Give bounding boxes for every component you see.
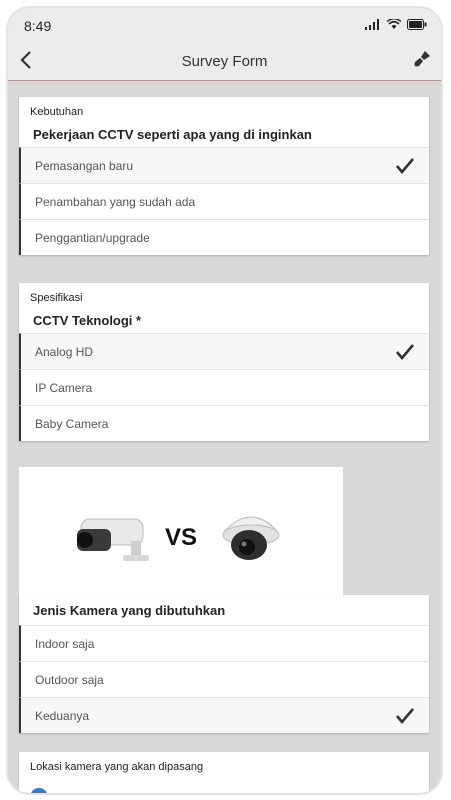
brush-icon[interactable] <box>413 50 431 68</box>
option-label: Pemasangan baru <box>35 158 134 173</box>
phone-frame: 8:49 Survey Form Kebutuhan Pekerjaan CCT… <box>6 6 443 795</box>
section-kebutuhan: Kebutuhan Pekerjaan CCTV seperti apa yan… <box>19 97 429 255</box>
question-title: Jenis Kamera yang dibutuhkan <box>33 603 226 618</box>
question-title: Pekerjaan CCTV seperti apa yang di ingin… <box>33 127 312 142</box>
checkmark-icon <box>396 344 414 361</box>
option-outdoor[interactable]: Outdoor saja <box>19 661 429 697</box>
option-pemasangan-baru[interactable]: Pemasangan baru <box>19 147 429 183</box>
option-label: Keduanya <box>35 708 90 723</box>
checkmark-icon <box>396 708 414 725</box>
form-content: Kebutuhan Pekerjaan CCTV seperti apa yan… <box>8 81 441 793</box>
option-indoor[interactable]: Indoor saja <box>19 625 429 661</box>
section-label: Lokasi kamera yang akan dipasang <box>30 761 204 773</box>
location-marker-icon[interactable] <box>30 788 48 793</box>
wifi-icon <box>387 19 401 29</box>
option-penambahan[interactable]: Penambahan yang sudah ada <box>19 183 429 219</box>
option-label: IP Camera <box>35 380 93 395</box>
status-time: 8:49 <box>24 18 52 34</box>
section-label: Spesifikasi <box>30 292 83 304</box>
app-bar: Survey Form <box>8 42 441 81</box>
option-penggantian[interactable]: Penggantian/upgrade <box>19 219 429 255</box>
vs-text: VS <box>165 524 197 551</box>
option-label: Baby Camera <box>35 416 109 431</box>
section-label: Kebutuhan <box>30 106 84 118</box>
page-title: Survey Form <box>181 53 268 70</box>
battery-icon <box>407 19 427 30</box>
option-label: Penambahan yang sudah ada <box>35 194 196 209</box>
dome-camera-icon <box>222 516 280 560</box>
bullet-camera-icon <box>77 518 149 561</box>
option-baby-camera[interactable]: Baby Camera <box>19 405 429 441</box>
option-ip-camera[interactable]: IP Camera <box>19 369 429 405</box>
checkmark-icon <box>396 158 414 175</box>
section-spesifikasi: Spesifikasi CCTV Teknologi * Analog HD I… <box>19 283 429 441</box>
option-keduanya[interactable]: Keduanya <box>19 697 429 733</box>
option-analog-hd[interactable]: Analog HD <box>19 333 429 369</box>
option-label: Penggantian/upgrade <box>35 230 150 245</box>
status-bar: 8:49 <box>8 8 441 42</box>
status-icons <box>365 19 427 30</box>
camera-illustration: VS <box>77 516 280 561</box>
option-label: Indoor saja <box>35 636 95 651</box>
question-title: CCTV Teknologi * <box>33 313 142 328</box>
camera-comparison-image: VS <box>19 467 343 595</box>
section-jenis-kamera: Jenis Kamera yang dibutuhkan Indoor saja… <box>19 595 429 733</box>
signal-icon <box>365 19 379 30</box>
section-lokasi: Lokasi kamera yang akan dipasang <box>19 752 429 793</box>
option-label: Analog HD <box>35 344 94 359</box>
option-label: Outdoor saja <box>35 672 104 687</box>
